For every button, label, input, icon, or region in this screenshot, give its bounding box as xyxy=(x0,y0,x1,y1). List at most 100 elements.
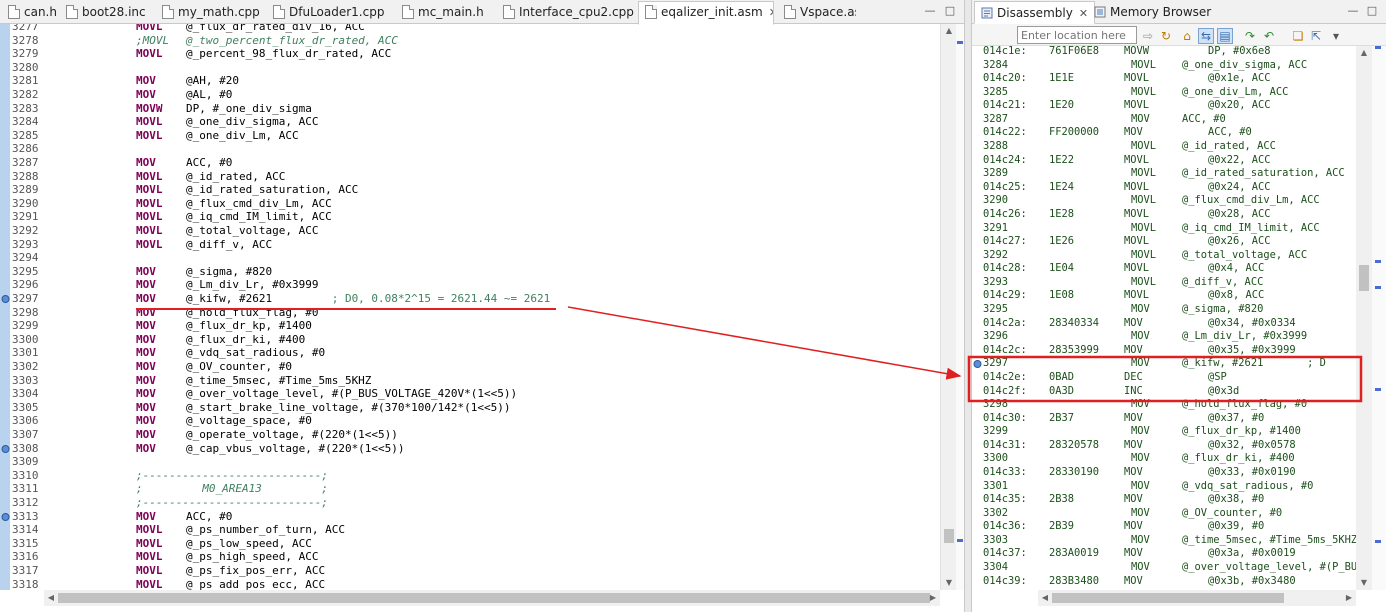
overview-marker[interactable] xyxy=(1375,388,1381,391)
view-menu-icon[interactable]: ▾ xyxy=(1328,28,1344,44)
overview-marker[interactable] xyxy=(1375,46,1381,49)
code-line: 3278 ;MOVL @_two_percent_flux_dr_rated, AC… xyxy=(0,34,940,48)
instruction-operands: @_flux_dr_ki, #400 xyxy=(1182,452,1295,466)
link-with-editor-icon[interactable]: ⇆ xyxy=(1198,28,1214,44)
operand-text: ACC, #0 xyxy=(1182,112,1226,125)
breakpoint-marker-icon[interactable] xyxy=(1,294,10,304)
editor-horizontal-scrollbar[interactable]: ◀ ▶ xyxy=(44,590,940,606)
scroll-right-icon[interactable]: ▶ xyxy=(1342,590,1356,606)
code-line: 3282 MOV @AL, #0 xyxy=(0,88,940,102)
line-number: 3287 xyxy=(12,156,39,169)
code-view[interactable]: 3277 MOVL @_flux_dr_rated_div_16, ACC 3278;… xyxy=(0,24,940,590)
source-line-number: 3291 xyxy=(983,221,1009,234)
new-view-icon[interactable]: ❏ xyxy=(1290,28,1306,44)
disassembly-horizontal-scrollbar[interactable]: ◀ ▶ xyxy=(1038,590,1356,606)
scroll-left-icon[interactable]: ◀ xyxy=(1038,590,1052,606)
instruction-address: 014c22: xyxy=(983,126,1027,139)
disassembly-hscroll-thumb[interactable] xyxy=(1052,593,1284,603)
instruction-mnemonic: ;MOVL xyxy=(136,33,170,47)
operand-text: @_flux_dr_kp, #1400 xyxy=(186,319,312,333)
scroll-down-icon[interactable]: ▼ xyxy=(941,576,957,590)
step-into-icon[interactable]: ↷ xyxy=(1242,28,1258,44)
instruction-operands: @0x38, #0 xyxy=(1208,493,1265,506)
minimize-icon[interactable]: — xyxy=(924,5,936,17)
maximize-icon[interactable]: □ xyxy=(1366,5,1378,17)
source-line: 3285 MOVL @_one_div_Lm, ACC xyxy=(972,86,1356,100)
instruction-operands: @_one_div_Lm, ACC xyxy=(186,129,299,143)
instruction-mnemonic: MOVL xyxy=(136,47,163,61)
pin-icon[interactable]: ⇱ xyxy=(1308,28,1324,44)
code-line: 3318 MOVL @_ps_add_pos_ecc, ACC xyxy=(0,578,940,590)
go-to-location-icon[interactable]: ⇨ xyxy=(1140,28,1156,44)
home-icon[interactable]: ⌂ xyxy=(1179,28,1195,44)
disassembly-vertical-scrollbar[interactable]: ▲ ▼ xyxy=(1356,46,1372,590)
view-tab[interactable]: Disassembly ✕ xyxy=(974,1,1096,24)
asm-line: 014c24: 1E22 MOVL @0x22, ACC xyxy=(972,154,1356,168)
line-number: 3311 xyxy=(12,482,39,496)
code-line: 3314 MOVL @_ps_number_of_turn, ACC xyxy=(0,523,940,537)
location-input[interactable] xyxy=(1017,26,1137,44)
overview-marker[interactable] xyxy=(957,41,963,44)
scroll-up-icon[interactable]: ▲ xyxy=(941,24,957,38)
close-tab-icon[interactable]: ✕ xyxy=(769,6,773,19)
editor-overview-ruler[interactable] xyxy=(956,24,964,590)
step-over-icon[interactable]: ↶ xyxy=(1261,28,1277,44)
breakpoint-marker-icon[interactable] xyxy=(1,444,10,454)
editor-scroll-thumb[interactable] xyxy=(944,529,954,543)
editor-vertical-scrollbar[interactable]: ▲ ▼ xyxy=(940,24,956,590)
breakpoint-marker-icon[interactable] xyxy=(1,512,10,522)
disassembly-overview-ruler[interactable] xyxy=(1372,46,1386,590)
overview-marker[interactable] xyxy=(1375,286,1381,289)
instruction-mnemonic: MOVL xyxy=(1131,140,1157,153)
minimize-icon[interactable]: — xyxy=(1347,5,1359,17)
asm-line: 014c2a: 28340334 MOV @0x34, #0x0334 xyxy=(972,317,1356,331)
instruction-operands: @_sigma, #820 xyxy=(186,265,272,279)
source-line-number: 3293 xyxy=(983,275,1009,288)
disassembly-icon xyxy=(981,4,993,19)
editor-tab[interactable]: eqalizer_init.asm ✕ xyxy=(638,1,774,25)
editor-hscroll-thumb[interactable] xyxy=(58,593,930,603)
instruction-mnemonic: MOVL xyxy=(136,564,163,577)
maximize-icon[interactable]: □ xyxy=(944,5,956,17)
editor-tab[interactable]: DfuLoader1.cpp xyxy=(267,2,393,24)
code-line: 3279 MOVL @_percent_98_flux_dr_rated, ACC xyxy=(0,47,940,61)
instruction-mnemonic: MOV xyxy=(1124,520,1143,533)
pane-sash[interactable] xyxy=(964,0,972,612)
instruction-operands: @_id_rated_saturation, ACC xyxy=(1182,167,1345,181)
editor-tab[interactable]: Interface_cpu2.cpp xyxy=(497,2,635,24)
source-line: 3288 MOVL @_id_rated, ACC xyxy=(972,140,1356,154)
instruction-address: 014c27: xyxy=(983,235,1027,248)
editor-tab[interactable]: boot28.inc xyxy=(60,2,154,24)
overview-marker[interactable] xyxy=(1375,260,1381,263)
editor-tab[interactable]: Vspace.asm xyxy=(778,2,856,24)
refresh-icon[interactable]: ↻ xyxy=(1158,28,1174,44)
show-source-icon[interactable]: ▤ xyxy=(1217,28,1233,44)
instruction-operands: @_diff_v, ACC xyxy=(1182,276,1263,290)
instruction-address: 014c33: xyxy=(983,465,1027,478)
instruction-operands: @_voltage_space, #0 xyxy=(186,414,312,428)
overview-marker[interactable] xyxy=(1375,540,1381,543)
breakpoint-marker-icon[interactable] xyxy=(973,359,982,369)
scroll-down-icon[interactable]: ▼ xyxy=(1356,576,1372,590)
instruction-operands: @0x1e, ACC xyxy=(1208,72,1271,85)
source-editor-pane: can.h boot28.inc my_math.cpp DfuLoader1.cpp… xyxy=(0,0,964,612)
editor-tab[interactable]: can.h xyxy=(2,2,58,24)
disassembly-scroll-thumb[interactable] xyxy=(1359,265,1369,291)
line-number: 3315 xyxy=(12,536,39,550)
code-line: 3284 MOVL @_one_div_sigma, ACC xyxy=(0,115,940,129)
disassembly-view[interactable]: 014c1e: 761F06E8 MOVW DP, #0x6e8 3284 MOVL @_o… xyxy=(972,46,1356,590)
close-tab-icon[interactable]: ✕ xyxy=(1079,7,1088,20)
scroll-right-icon[interactable]: ▶ xyxy=(926,590,940,606)
instruction-operands: @_ps_number_of_turn, ACC xyxy=(186,523,345,537)
scroll-left-icon[interactable]: ◀ xyxy=(44,590,58,606)
code-line: 3287 MOV ACC, #0 xyxy=(0,156,940,170)
overview-marker[interactable] xyxy=(957,539,963,542)
editor-tab[interactable]: mc_main.h xyxy=(396,2,494,24)
scroll-up-icon[interactable]: ▲ xyxy=(1356,46,1372,60)
asm-line: 014c31: 28320578 MOV @0x32, #0x0578 xyxy=(972,439,1356,453)
view-tab[interactable]: Memory Browser xyxy=(1088,1,1217,24)
instruction-operands: @_Lm_div_Lr, #0x3999 xyxy=(186,278,318,292)
operand-text: @_total_voltage, ACC xyxy=(186,224,319,237)
editor-tab[interactable]: my_math.cpp xyxy=(156,2,264,24)
instruction-mnemonic: MOVL xyxy=(1124,180,1150,193)
